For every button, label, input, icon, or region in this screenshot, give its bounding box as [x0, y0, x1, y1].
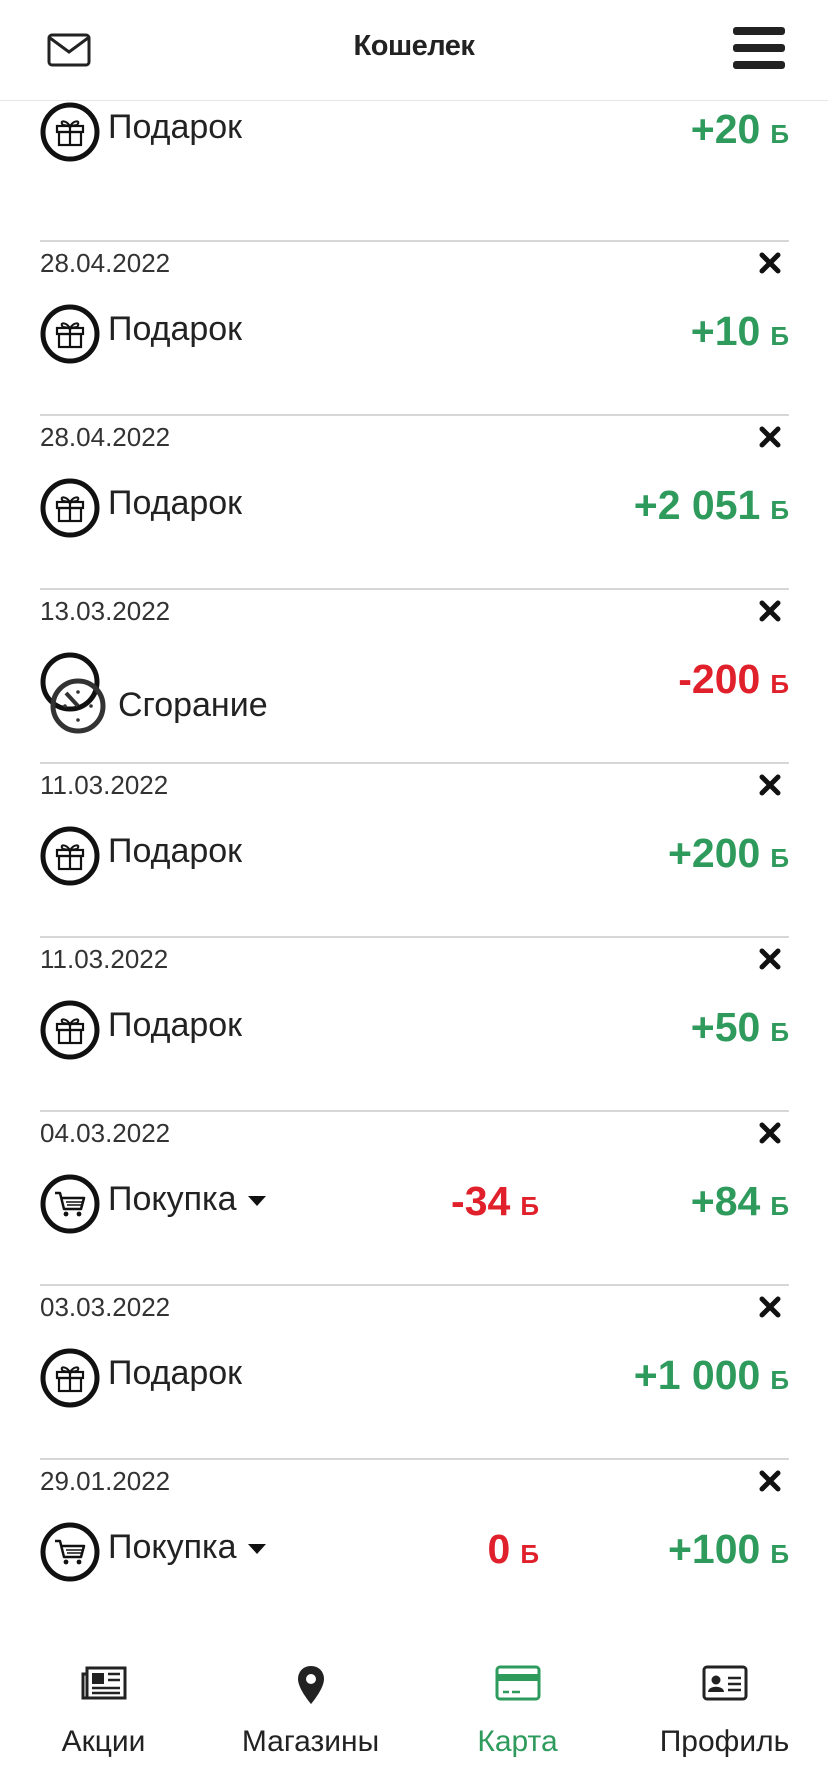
gift-icon [40, 304, 100, 364]
spent-amount: 0Б [487, 1526, 540, 1572]
bonus-amount: +50 Б [690, 1004, 789, 1050]
transaction-date: 13.03.2022 [40, 596, 171, 626]
transaction-date: 11.03.2022 [40, 770, 169, 800]
divider [40, 1458, 789, 1460]
id-card-icon [702, 1665, 747, 1701]
bonus-amount: +200 Б [667, 830, 789, 876]
divider [40, 588, 789, 590]
tab-profile[interactable]: Профиль [621, 1625, 828, 1792]
bonus-amount: +20 Б [690, 106, 789, 152]
map-pin-icon [297, 1666, 324, 1704]
transaction-list[interactable]: Подарок +20 Б 28.04.2022 Подарок +10 Б 28.… [0, 100, 828, 1620]
hamburger-menu-icon[interactable] [732, 25, 786, 71]
transaction-type-label: Подарок [108, 484, 243, 522]
tab-stores[interactable]: Магазины [207, 1625, 414, 1792]
bonus-amount: +84 Б [690, 1178, 789, 1224]
delete-icon[interactable] [759, 1296, 781, 1318]
transaction-date: 28.04.2022 [40, 422, 171, 452]
transaction-type-toggle[interactable]: Покупка [108, 1180, 267, 1219]
delete-icon[interactable] [759, 426, 781, 448]
transaction-type-label: Подарок [108, 310, 243, 348]
delete-icon[interactable] [759, 1122, 781, 1144]
transaction-item: 28.04.2022 Подарок +10 Б [40, 240, 789, 414]
delete-icon[interactable] [759, 948, 781, 970]
transaction-item: 11.03.2022 Подарок +200 Б [40, 762, 789, 936]
transaction-date: 28.04.2022 [40, 248, 171, 278]
bonus-amount: -200 Б [678, 656, 789, 702]
shopping-cart-icon [40, 1522, 100, 1582]
newspaper-icon [81, 1666, 126, 1700]
tab-label: Акции [61, 1725, 146, 1758]
gift-icon [40, 478, 100, 538]
gift-icon [40, 826, 100, 886]
app-header: Кошелек [0, 0, 828, 101]
transaction-type-label: Подарок [108, 832, 243, 870]
transaction-type-label: Подарок [108, 1354, 243, 1392]
delete-icon[interactable] [759, 600, 781, 622]
divider [40, 1284, 789, 1286]
transaction-item: 04.03.2022 Покупка -34 Б +84 Б [40, 1110, 789, 1284]
transaction-date: 03.03.2022 [40, 1292, 171, 1322]
caret-down-icon [247, 1196, 266, 1207]
gift-icon [40, 1348, 100, 1408]
divider [40, 1110, 789, 1112]
tab-label: Профиль [659, 1725, 790, 1758]
gift-icon [40, 1000, 100, 1060]
bonus-amount: +2 051 Б [633, 482, 789, 528]
clock-expire-icon [40, 652, 106, 734]
shopping-cart-icon [40, 1174, 100, 1234]
transaction-item: 13.03.2022 Сгорание -200 Б [40, 588, 789, 762]
delete-icon[interactable] [759, 1470, 781, 1492]
tab-label: Карта [477, 1725, 558, 1758]
transaction-item: Подарок +20 Б [40, 100, 789, 212]
transaction-date: 04.03.2022 [40, 1118, 171, 1148]
delete-icon[interactable] [759, 252, 781, 274]
divider [40, 762, 789, 764]
transaction-item: 11.03.2022 Подарок +50 Б [40, 936, 789, 1110]
divider [40, 240, 789, 242]
bonus-amount: +100 Б [667, 1526, 789, 1572]
bonus-amount: +10 Б [690, 308, 789, 354]
tab-promotions[interactable]: Акции [0, 1625, 207, 1792]
divider [40, 414, 789, 416]
divider [40, 936, 789, 938]
bottom-tab-bar: Акции Магазины Карта Профиль [0, 1625, 828, 1792]
transaction-item: 28.04.2022 Подарок +2 051 Б [40, 414, 789, 588]
transaction-type-toggle[interactable]: Покупка [108, 1528, 267, 1567]
tab-label: Магазины [241, 1725, 380, 1758]
transaction-item: 29.01.2022 Покупка 0Б +100 Б [40, 1458, 789, 1620]
tab-card[interactable]: Карта [414, 1625, 621, 1792]
caret-down-icon [247, 1544, 266, 1555]
delete-icon[interactable] [759, 774, 781, 796]
gift-icon [40, 102, 100, 162]
page-title: Кошелек [353, 30, 475, 62]
transaction-type-label: Подарок [108, 1006, 243, 1044]
transaction-item: 03.03.2022 Подарок +1 000 Б [40, 1284, 789, 1458]
transaction-type-label: Подарок [108, 108, 243, 146]
transaction-type-label: Сгорание [118, 686, 268, 724]
spent-amount: -34 Б [451, 1178, 539, 1224]
credit-card-icon [495, 1665, 540, 1701]
transaction-date: 29.01.2022 [40, 1466, 171, 1496]
transaction-date: 11.03.2022 [40, 944, 169, 974]
bonus-amount: +1 000 Б [633, 1352, 789, 1398]
